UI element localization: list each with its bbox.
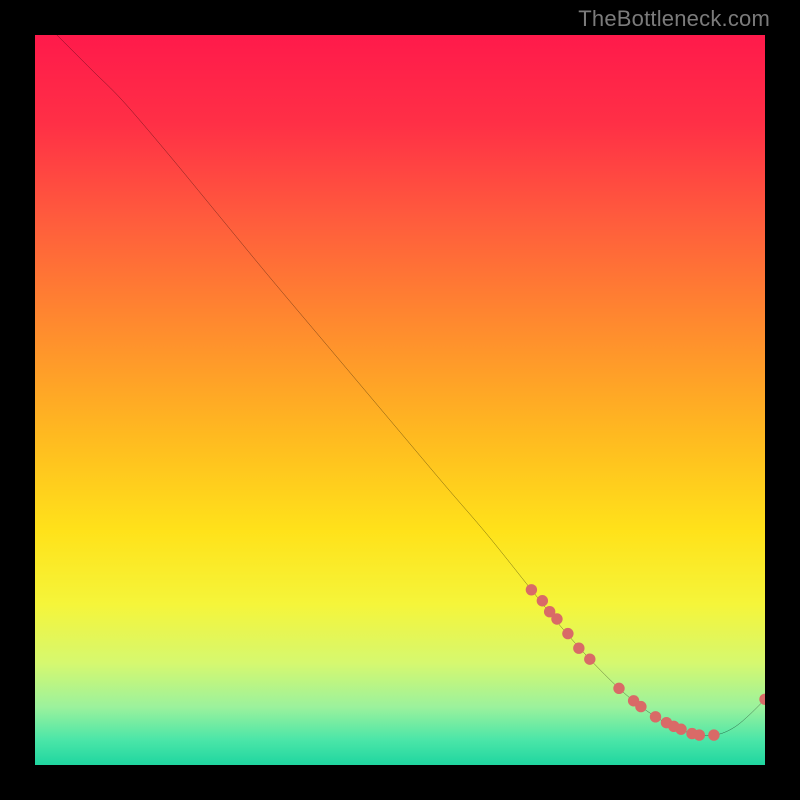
plot-area bbox=[35, 35, 765, 765]
chart-stage: TheBottleneck.com bbox=[0, 0, 800, 800]
watermark-label: TheBottleneck.com bbox=[578, 6, 770, 32]
gradient-background bbox=[35, 35, 765, 765]
